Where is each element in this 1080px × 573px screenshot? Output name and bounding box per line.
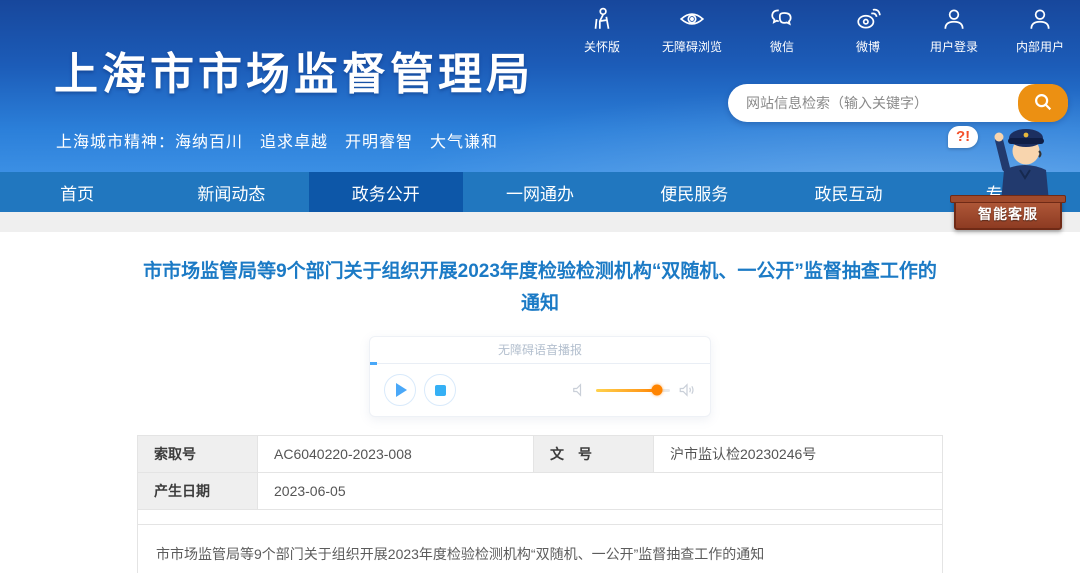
topbar-link-label: 微博 xyxy=(856,38,880,55)
wechat-icon xyxy=(769,6,795,35)
main-nav: 首页 新闻动态 政务公开 一网通办 便民服务 政民互动 专题 xyxy=(0,172,1080,212)
weibo-icon xyxy=(855,6,881,35)
volume-high-icon xyxy=(678,381,696,399)
audio-player-title: 无障碍语音播报 xyxy=(498,343,582,357)
search-input[interactable] xyxy=(728,84,1018,122)
accessibility-audio-player: 无障碍语音播报 xyxy=(369,336,711,417)
article-content: 市市场监管局等9个部门关于组织开展2023年度检验检测机构“双随机、一公开”监督… xyxy=(0,232,1080,573)
topbar-link-label: 关怀版 xyxy=(584,38,620,55)
eye-icon xyxy=(679,6,705,35)
meta-date-value: 2023-06-05 xyxy=(258,473,943,510)
table-row: 市市场监管局等9个部门关于组织开展2023年度检验检测机构“双随机、一公开”监督… xyxy=(138,525,943,573)
nav-item-interaction[interactable]: 政民互动 xyxy=(771,172,925,212)
topbar-link-label: 微信 xyxy=(770,38,794,55)
search-button[interactable] xyxy=(1018,84,1068,122)
nav-item-home[interactable]: 首页 xyxy=(0,172,154,212)
mascot-label: 智能客服 xyxy=(978,204,1038,224)
topbar-link-internal-user[interactable]: 内部用户 xyxy=(1014,6,1066,55)
nav-item-public-service[interactable]: 便民服务 xyxy=(617,172,771,212)
user-icon xyxy=(1027,6,1053,35)
meta-id-label: 索取号 xyxy=(138,436,258,473)
site-logo-title: 上海市市场监督管理局 xyxy=(54,38,534,102)
meta-doc-no-value: 沪市监认检20230246号 xyxy=(654,436,943,473)
nav-item-gov-disclosure[interactable]: 政务公开 xyxy=(309,172,463,212)
play-icon xyxy=(396,383,407,397)
topbar-link-user-login[interactable]: 用户登录 xyxy=(928,6,980,55)
topbar-link-accessibility[interactable]: 无障碍浏览 xyxy=(662,6,722,55)
site-banner: 关怀版 无障碍浏览 微信 微博 用户登录 xyxy=(0,0,1080,172)
site-search xyxy=(728,84,1068,122)
nav-item-news[interactable]: 新闻动态 xyxy=(154,172,308,212)
table-spacer-row xyxy=(138,510,943,525)
topbar-link-label: 内部用户 xyxy=(1016,38,1064,55)
topbar-link-label: 无障碍浏览 xyxy=(662,38,722,55)
city-spirit-slogan: 上海城市精神：海纳百川 追求卓越 开明睿智 大气谦和 xyxy=(56,128,498,152)
audio-stop-button[interactable] xyxy=(424,374,456,406)
topbar-link-weibo[interactable]: 微博 xyxy=(842,6,894,55)
volume-slider-knob[interactable] xyxy=(651,385,662,396)
topbar-link-wechat[interactable]: 微信 xyxy=(756,6,808,55)
table-row: 索取号 AC6040220-2023-008 文 号 沪市监认检20230246… xyxy=(138,436,943,473)
volume-low-icon xyxy=(570,381,588,399)
audio-progress-bar xyxy=(370,362,377,365)
mascot-speech-bubble: ?! xyxy=(948,126,978,148)
topbar-link-label: 用户登录 xyxy=(930,38,978,55)
meta-doc-no-label: 文 号 xyxy=(534,436,654,473)
mascot-podium: 智能客服 xyxy=(954,198,1062,230)
volume-slider[interactable] xyxy=(596,389,670,392)
meta-id-value: AC6040220-2023-008 xyxy=(258,436,534,473)
topbar-quick-links: 关怀版 无障碍浏览 微信 微博 用户登录 xyxy=(576,6,1066,55)
meta-date-label: 产生日期 xyxy=(138,473,258,510)
search-icon xyxy=(1032,91,1054,116)
topbar-link-care-version[interactable]: 关怀版 xyxy=(576,6,628,55)
stop-icon xyxy=(435,385,446,396)
elderly-care-icon xyxy=(589,6,615,35)
officer-mascot-icon xyxy=(992,118,1058,202)
content-top-divider xyxy=(0,212,1080,232)
nav-item-one-stop-service[interactable]: 一网通办 xyxy=(463,172,617,212)
user-icon xyxy=(941,6,967,35)
audio-play-button[interactable] xyxy=(384,374,416,406)
smart-customer-service-mascot[interactable]: ?! 智能客服 xyxy=(948,118,1064,230)
article-title: 市市场监管局等9个部门关于组织开展2023年度检验检测机构“双随机、一公开”监督… xyxy=(137,256,943,320)
table-row: 产生日期 2023-06-05 xyxy=(138,473,943,510)
article-body-text: 市市场监管局等9个部门关于组织开展2023年度检验检测机构“双随机、一公开”监督… xyxy=(156,541,811,568)
document-meta-table: 索取号 AC6040220-2023-008 文 号 沪市监认检20230246… xyxy=(137,435,943,573)
